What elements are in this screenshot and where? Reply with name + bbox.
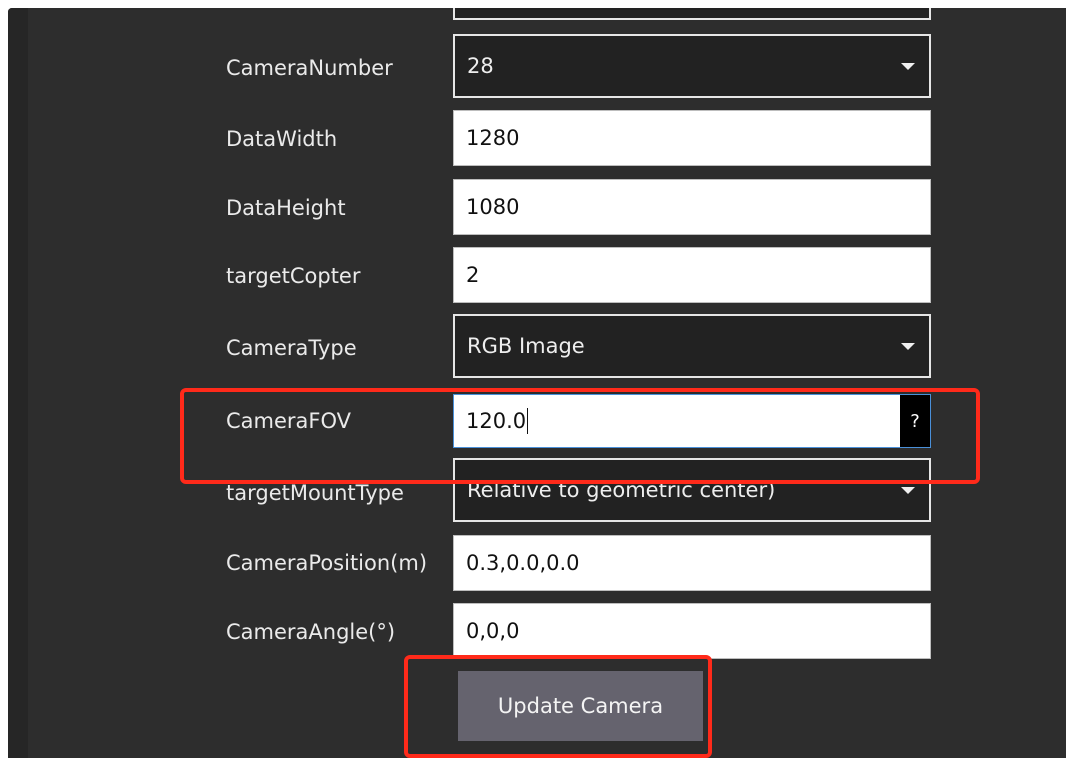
target-mount-type-value: Relative to geometric center) (467, 478, 776, 502)
data-width-value: 1280 (466, 126, 520, 150)
data-width-label: DataWidth (226, 127, 338, 151)
previous-field-partial[interactable] (453, 8, 931, 20)
camera-angle-value: 0,0,0 (466, 619, 520, 643)
camera-fov-input[interactable]: 120.0 ? (453, 394, 931, 448)
update-camera-button[interactable]: Update Camera (458, 671, 703, 741)
data-width-input[interactable]: 1280 (453, 110, 931, 166)
text-cursor (527, 408, 529, 434)
camera-position-input[interactable]: 0.3,0.0,0.0 (453, 535, 931, 591)
camera-position-label: CameraPosition(m) (226, 551, 428, 575)
target-mount-type-label: targetMountType (226, 481, 404, 505)
chevron-down-icon (901, 63, 915, 70)
camera-type-select[interactable]: RGB Image (453, 314, 931, 378)
chevron-down-icon (901, 487, 915, 494)
camera-number-label: CameraNumber (226, 56, 393, 80)
camera-type-label: CameraType (226, 336, 357, 360)
data-height-value: 1080 (466, 195, 520, 219)
target-mount-type-select[interactable]: Relative to geometric center) (453, 458, 931, 522)
camera-number-select[interactable]: 28 (453, 34, 931, 98)
target-copter-label: targetCopter (226, 264, 361, 288)
target-copter-value: 2 (466, 263, 480, 287)
camera-settings-panel: CameraNumber 28 DataWidth 1280 DataHeigh… (8, 8, 1066, 758)
camera-type-value: RGB Image (467, 334, 585, 358)
camera-number-value: 28 (467, 54, 494, 78)
target-copter-input[interactable]: 2 (453, 247, 931, 303)
panel-left-strip (8, 8, 28, 758)
data-height-input[interactable]: 1080 (453, 179, 931, 235)
camera-position-value: 0.3,0.0,0.0 (466, 551, 580, 575)
chevron-down-icon (901, 343, 915, 350)
camera-fov-label: CameraFOV (226, 409, 352, 433)
help-icon[interactable]: ? (900, 395, 930, 447)
camera-fov-value: 120.0 (466, 409, 527, 433)
data-height-label: DataHeight (226, 196, 346, 220)
camera-angle-input[interactable]: 0,0,0 (453, 603, 931, 659)
camera-angle-label: CameraAngle(°) (226, 620, 396, 644)
